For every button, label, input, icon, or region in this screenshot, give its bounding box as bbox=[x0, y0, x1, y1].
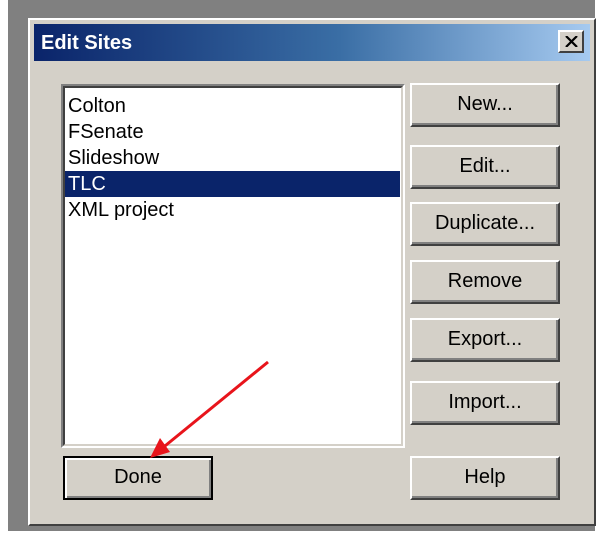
new-button[interactable]: New... bbox=[410, 83, 560, 127]
close-button[interactable] bbox=[558, 30, 584, 53]
list-item-fsenate[interactable]: FSenate bbox=[65, 119, 400, 145]
list-item-tlc[interactable]: TLC bbox=[65, 171, 400, 197]
remove-button[interactable]: Remove bbox=[410, 260, 560, 304]
close-icon bbox=[565, 36, 578, 47]
import-button[interactable]: Import... bbox=[410, 381, 560, 425]
done-button[interactable]: Done bbox=[63, 456, 213, 500]
export-button[interactable]: Export... bbox=[410, 318, 560, 362]
screenshot-frame: Edit Sites Colton FSenate Slideshow TLC … bbox=[8, 0, 596, 531]
sites-listbox[interactable]: Colton FSenate Slideshow TLC XML project bbox=[61, 84, 405, 448]
list-item-slideshow[interactable]: Slideshow bbox=[65, 145, 400, 171]
dialog-title: Edit Sites bbox=[41, 32, 133, 54]
title-bar[interactable]: Edit Sites bbox=[34, 24, 590, 61]
list-item-colton[interactable]: Colton bbox=[65, 93, 400, 119]
edit-button[interactable]: Edit... bbox=[410, 145, 560, 189]
duplicate-button[interactable]: Duplicate... bbox=[410, 202, 560, 246]
list-item-xml-project[interactable]: XML project bbox=[65, 197, 400, 223]
sites-list: Colton FSenate Slideshow TLC XML project bbox=[63, 86, 403, 446]
edit-sites-dialog: Edit Sites Colton FSenate Slideshow TLC … bbox=[28, 18, 596, 526]
help-button[interactable]: Help bbox=[410, 456, 560, 500]
